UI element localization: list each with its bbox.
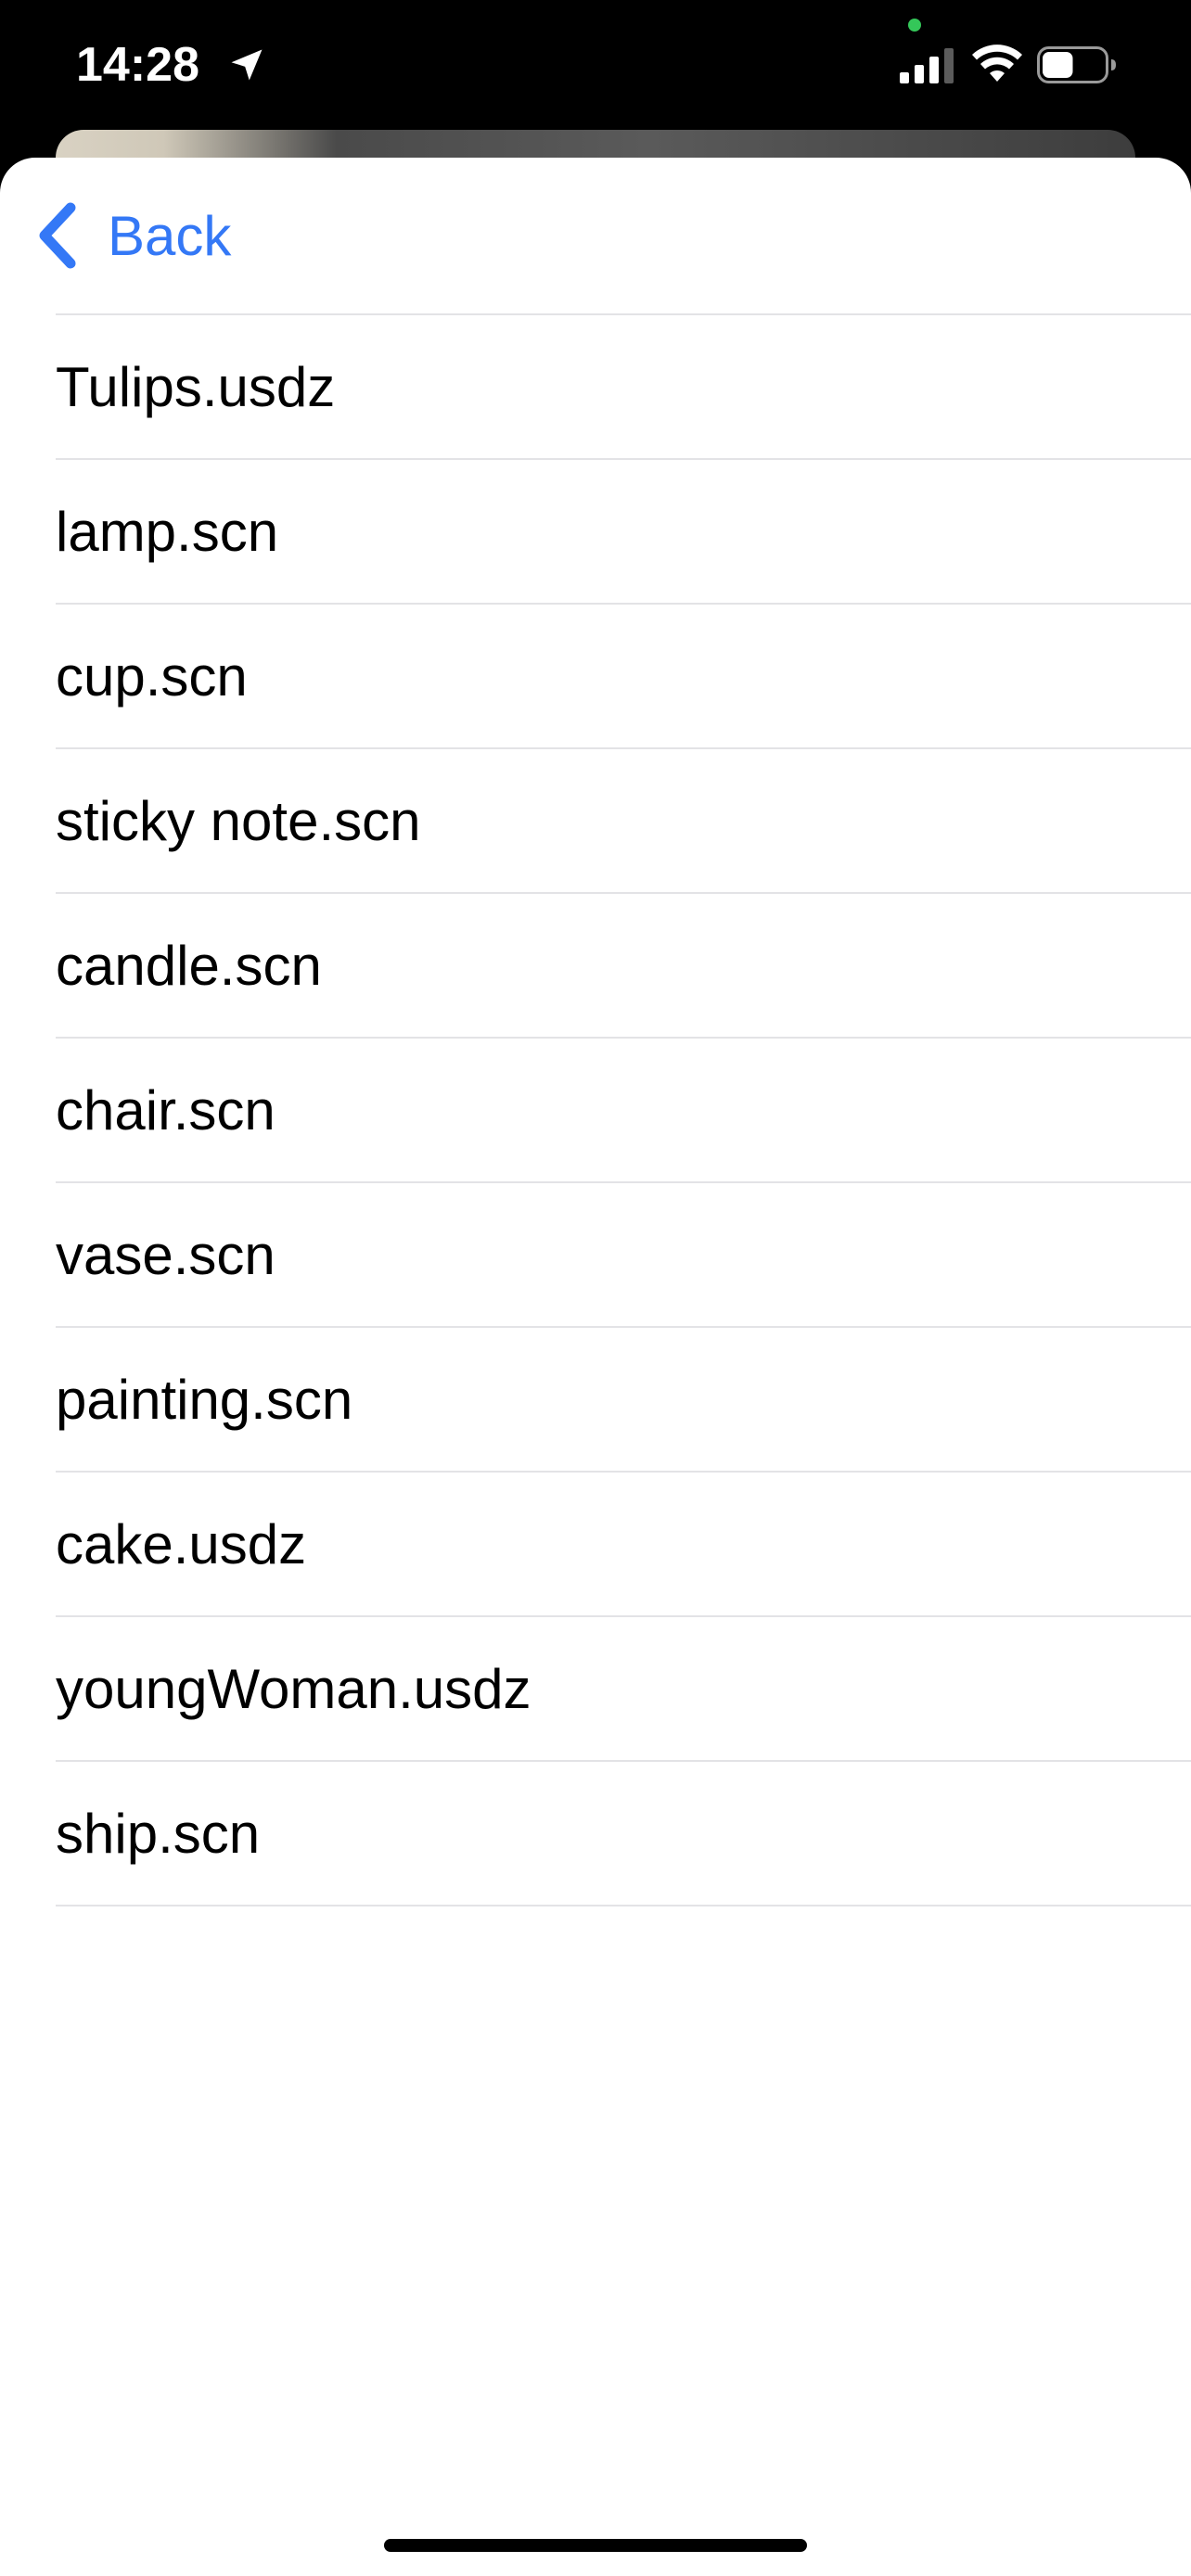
back-button-label: Back [108, 204, 232, 267]
nav-bar: Back [0, 158, 1191, 313]
file-list: Tulips.usdz lamp.scn cup.scn sticky note… [56, 313, 1191, 1906]
file-name: chair.scn [56, 1078, 275, 1141]
signal-bars-icon [900, 48, 954, 83]
battery-fill [1043, 52, 1073, 78]
file-name: lamp.scn [56, 500, 279, 563]
chevron-left-icon [39, 202, 76, 269]
screen: 14:28 Back Tulips.usdz lamp.scn cup.scn … [0, 0, 1191, 2576]
file-name: sticky note.scn [56, 789, 421, 852]
file-row[interactable]: sticky note.scn [56, 749, 1191, 894]
status-time: 14:28 [76, 38, 199, 92]
back-button[interactable]: Back [33, 198, 231, 273]
location-arrow-icon [231, 49, 263, 81]
file-name: cup.scn [56, 644, 248, 708]
file-name: Tulips.usdz [56, 355, 336, 418]
wifi-icon [972, 45, 1022, 82]
signal-bar [929, 57, 939, 83]
signal-bar [900, 72, 909, 83]
file-name: vase.scn [56, 1223, 275, 1286]
file-row[interactable]: chair.scn [56, 1039, 1191, 1183]
file-row[interactable]: cake.usdz [56, 1473, 1191, 1617]
signal-bar [915, 65, 924, 83]
file-name: candle.scn [56, 934, 322, 997]
signal-bar [944, 48, 954, 83]
file-name: ship.scn [56, 1802, 261, 1865]
home-indicator[interactable] [384, 2539, 807, 2552]
mic-indicator-dot [908, 19, 921, 32]
file-row[interactable]: cup.scn [56, 605, 1191, 749]
file-row[interactable]: Tulips.usdz [56, 315, 1191, 460]
file-name: youngWoman.usdz [56, 1657, 531, 1720]
file-row[interactable]: lamp.scn [56, 460, 1191, 605]
file-row[interactable]: vase.scn [56, 1183, 1191, 1328]
battery-icon [1037, 46, 1116, 83]
file-row[interactable]: youngWoman.usdz [56, 1617, 1191, 1762]
file-row[interactable]: ship.scn [56, 1762, 1191, 1906]
file-row[interactable]: painting.scn [56, 1328, 1191, 1473]
status-bar: 14:28 [0, 0, 1191, 130]
file-row[interactable]: candle.scn [56, 894, 1191, 1039]
file-name: cake.usdz [56, 1512, 307, 1575]
file-picker-sheet: Back Tulips.usdz lamp.scn cup.scn sticky… [0, 158, 1191, 2576]
file-name: painting.scn [56, 1368, 353, 1431]
